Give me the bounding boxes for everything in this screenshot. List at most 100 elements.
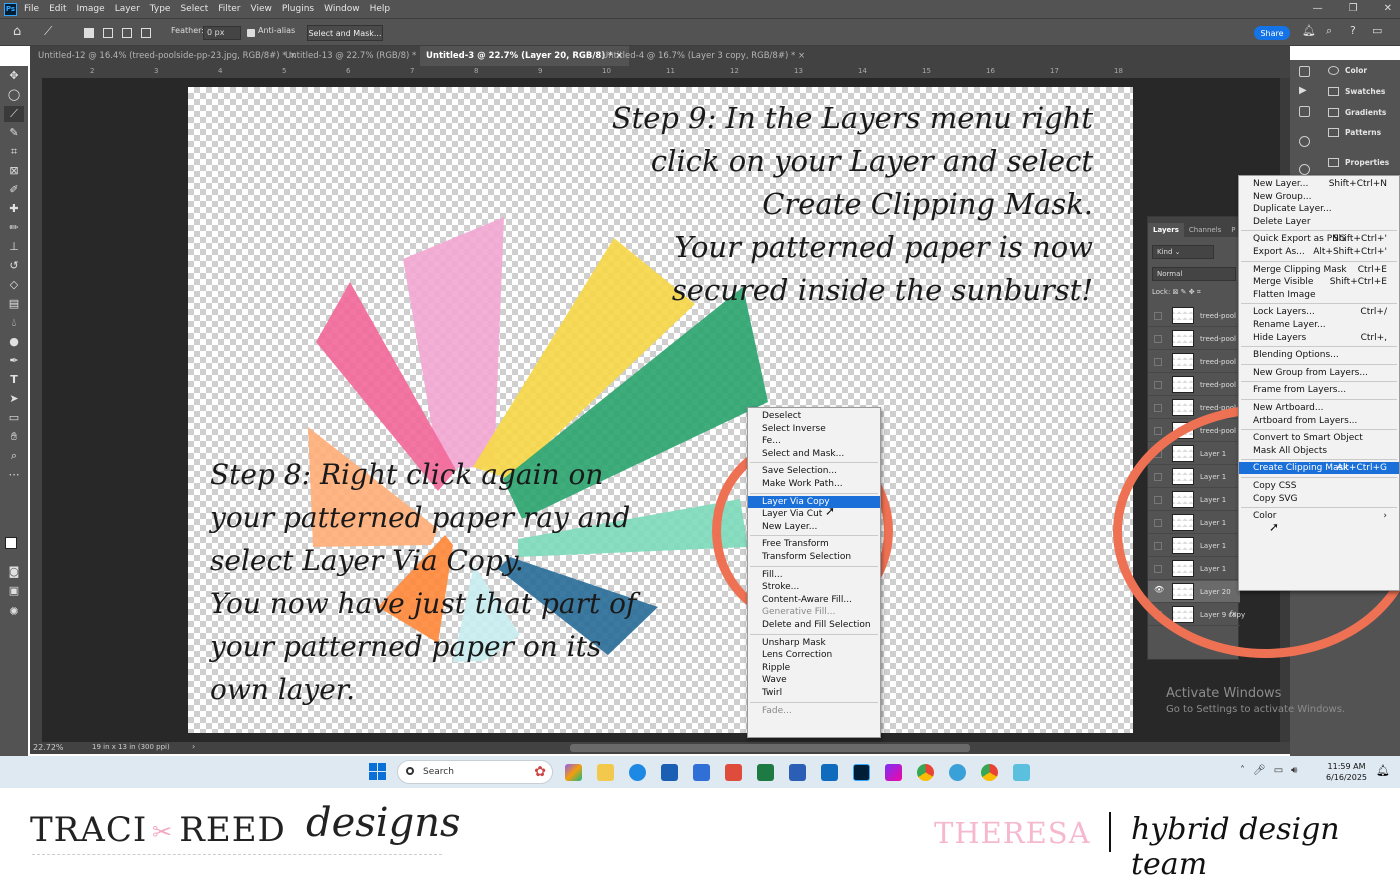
layer-name[interactable]: Layer 1 <box>1200 496 1226 504</box>
menu-item[interactable]: Twirl <box>748 687 880 699</box>
layer-visibility-icon[interactable] <box>1154 542 1162 550</box>
menu-item[interactable]: Wave <box>748 674 880 686</box>
menu-select[interactable]: Select <box>180 4 208 14</box>
edit-toolbar-icon[interactable]: ⋯ <box>4 467 24 483</box>
path-select-icon[interactable]: ➤ <box>4 391 24 407</box>
screen-mode-icon[interactable]: ▣ <box>4 583 24 599</box>
tab-close-icon[interactable]: × <box>798 51 805 61</box>
search-icon[interactable]: ⌕ <box>1326 24 1332 38</box>
layer-row[interactable]: Layer 1 <box>1148 466 1240 488</box>
home-icon[interactable]: ⌂ <box>13 24 21 39</box>
document-canvas[interactable]: Step 9: In the Layers menu right click o… <box>188 87 1133 733</box>
menu-item[interactable]: Layer Via Copy <box>748 495 880 508</box>
menu-item[interactable]: Delete Layer <box>1239 216 1399 228</box>
menu-item[interactable]: Mask All Objects <box>1239 445 1399 457</box>
tab-layers[interactable]: Layers <box>1148 223 1184 237</box>
layer-row[interactable]: treed-pool <box>1148 374 1240 396</box>
menu-item[interactable]: Free Transform <box>748 538 880 550</box>
layer-visibility-icon[interactable] <box>1154 611 1162 619</box>
history-brush-icon[interactable]: ↺ <box>4 258 24 274</box>
layer-name[interactable]: treed-pool <box>1200 404 1236 412</box>
layer-name[interactable]: treed-pool <box>1200 335 1236 343</box>
menu-item[interactable]: Ripple <box>748 662 880 674</box>
menu-item[interactable]: Merge Clipping Mask Ctrl+E <box>1239 264 1399 276</box>
layer-visibility-icon[interactable] <box>1154 450 1162 458</box>
chrome-profile-icon[interactable] <box>981 764 998 781</box>
file-explorer-icon[interactable] <box>597 764 614 781</box>
menu-item[interactable]: Lock Layers... Ctrl+/ <box>1239 306 1399 318</box>
frame-tool-icon[interactable]: ⊠ <box>4 163 24 179</box>
layer-visibility-icon[interactable] <box>1154 473 1162 481</box>
menu-item[interactable]: Fill... <box>748 569 880 581</box>
layer-visibility-icon[interactable] <box>1154 496 1162 504</box>
layer-row[interactable]: Layer 9 copy fx <box>1148 604 1245 626</box>
shape-tool-icon[interactable]: ▭ <box>4 410 24 426</box>
layer-visibility-icon[interactable] <box>1154 358 1162 366</box>
subtract-selection-icon[interactable] <box>122 28 132 38</box>
edge-browser-icon[interactable] <box>629 764 646 781</box>
layer-row[interactable]: treed-pool <box>1148 305 1240 327</box>
menu-help[interactable]: Help <box>370 4 391 14</box>
layer-row[interactable]: treed-pool <box>1148 351 1240 373</box>
maps-icon[interactable] <box>1013 764 1030 781</box>
layer-name[interactable]: Layer 9 copy <box>1200 611 1245 619</box>
workspace-icon[interactable]: ▭ <box>1372 24 1382 37</box>
layer-visibility-icon[interactable] <box>1154 565 1162 573</box>
tab-untitled-12[interactable]: Untitled-12 @ 16.4% (treed-poolside-pp-2… <box>38 46 296 66</box>
outlook-icon[interactable] <box>821 764 838 781</box>
menu-item[interactable]: Artboard from Layers... <box>1239 415 1399 427</box>
menu-item[interactable]: Quick Export as PNG Shift+Ctrl+' <box>1239 233 1399 245</box>
tab-untitled-13[interactable]: Untitled-13 @ 22.7% (RGB/8) * × <box>285 46 426 66</box>
restore-icon[interactable]: ❐ <box>1349 3 1358 14</box>
menu-item[interactable]: Flatten Image <box>1239 289 1399 301</box>
layer-row[interactable]: Layer 1 <box>1148 443 1240 465</box>
quick-select-tool-icon[interactable]: ✎ <box>4 125 24 141</box>
menu-item[interactable]: Create Clipping Mask Alt+Ctrl+G <box>1239 462 1399 475</box>
history-panel-icon[interactable] <box>1299 66 1310 77</box>
status-arrow-icon[interactable]: › <box>192 742 195 751</box>
layer-row[interactable]: treed-pool <box>1148 328 1240 350</box>
menu-item[interactable]: Save Selection... <box>748 465 880 477</box>
pen-tool-icon[interactable]: ✒ <box>4 353 24 369</box>
layer-name[interactable]: treed-pool <box>1200 381 1236 389</box>
comments-icon[interactable] <box>1299 106 1310 117</box>
type-tool-icon[interactable]: T <box>4 372 24 388</box>
menu-file[interactable]: File <box>24 4 39 14</box>
chrome-icon[interactable] <box>917 764 934 781</box>
color-panel-tab[interactable]: Color <box>1328 66 1367 75</box>
cloud-app-icon[interactable] <box>949 764 966 781</box>
copilot-icon[interactable] <box>565 764 582 781</box>
layer-row[interactable]: Layer 1 <box>1148 512 1240 534</box>
menu-edit[interactable]: Edit <box>49 4 66 14</box>
tab-untitled-3[interactable]: Untitled-3 @ 22.7% (Layer 20, RGB/8) * × <box>420 46 629 66</box>
properties-panel-tab[interactable]: Properties <box>1328 158 1389 167</box>
menu-item[interactable]: Content-Aware Fill... <box>748 594 880 606</box>
menu-item[interactable]: New Group from Layers... <box>1239 367 1399 379</box>
notification-bell-icon[interactable]: 🔔︎ <box>1376 764 1390 777</box>
layer-name[interactable]: treed-pool <box>1200 427 1236 435</box>
menu-item[interactable]: Stroke... <box>748 581 880 593</box>
layer-visibility-icon[interactable] <box>1154 427 1162 435</box>
polygonal-lasso-icon[interactable]: ⟋ <box>44 24 52 39</box>
new-selection-icon[interactable] <box>84 28 94 38</box>
layer-row[interactable]: treed-pool <box>1148 420 1240 442</box>
layer-name[interactable]: Layer 1 <box>1200 473 1226 481</box>
menu-item[interactable]: Hide Layers Ctrl+, <box>1239 332 1399 344</box>
menu-item[interactable]: Select and Mask... <box>748 448 880 460</box>
menu-item[interactable]: Merge Visible Shift+Ctrl+E <box>1239 276 1399 288</box>
stamp-tool-icon[interactable]: ⊥ <box>4 239 24 255</box>
antialias-checkbox[interactable] <box>247 29 255 37</box>
horizontal-scrollbar[interactable] <box>570 744 970 752</box>
notepad-icon[interactable] <box>693 764 710 781</box>
patterns-panel-tab[interactable]: Patterns <box>1328 128 1381 137</box>
menu-item[interactable]: Layer Via Cut <box>748 508 880 520</box>
menu-item[interactable]: New Group... <box>1239 191 1399 203</box>
gradient-tool-icon[interactable]: ▤ <box>4 296 24 312</box>
move-tool-icon[interactable]: ✥ <box>4 68 24 84</box>
brush-tool-icon[interactable]: ✏ <box>4 220 24 236</box>
add-selection-icon[interactable] <box>103 28 113 38</box>
tab-channels[interactable]: Channels <box>1184 223 1226 237</box>
layer-name[interactable]: treed-pool <box>1200 358 1236 366</box>
snipping-tool-icon[interactable] <box>725 764 742 781</box>
layer-row[interactable]: Layer 1 <box>1148 489 1240 511</box>
